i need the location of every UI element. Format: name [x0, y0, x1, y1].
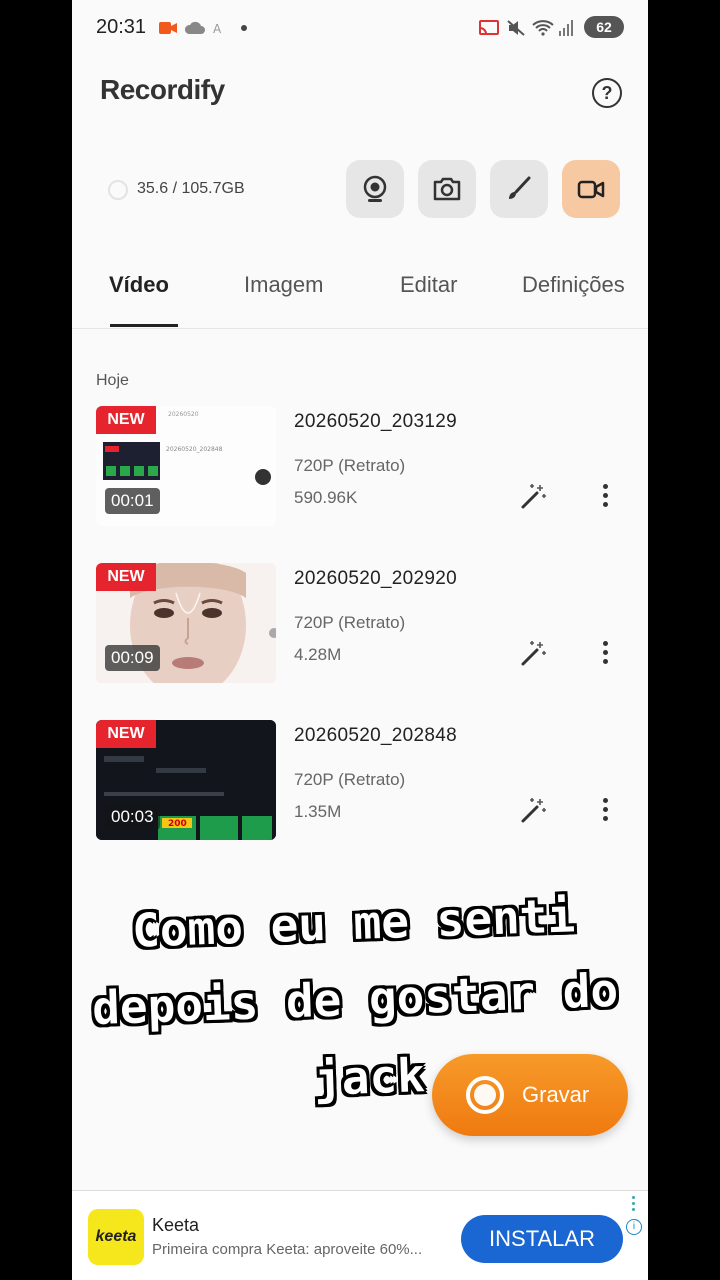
- mute-icon: [507, 20, 525, 36]
- svg-text:20260520_202848: 20260520_202848: [166, 446, 223, 453]
- more-options-icon[interactable]: [598, 641, 612, 669]
- file-size: 1.35M: [294, 802, 342, 821]
- app-screen: 20:31 A 62 Recordify ? 35.6 / 105.7GB Ví…: [72, 0, 648, 1280]
- storage-text: 35.6 / 105.7GB: [137, 180, 245, 197]
- wifi-icon: [532, 20, 554, 36]
- file-name: 20260520_202848: [294, 725, 458, 746]
- recording-row[interactable]: 20260520 20260520_202848 NEW 00:01 20260…: [72, 406, 648, 526]
- tab-settings[interactable]: Definições: [522, 272, 625, 298]
- active-tab-indicator: [110, 324, 178, 327]
- magic-wand-icon[interactable]: [520, 482, 548, 510]
- more-options-icon[interactable]: [598, 798, 612, 826]
- record-button[interactable]: Gravar: [432, 1054, 628, 1136]
- file-size: 590.96K: [294, 488, 358, 507]
- svg-text:200: 200: [168, 819, 187, 829]
- record-video-button[interactable]: [562, 160, 620, 218]
- svg-text:A: A: [213, 22, 222, 36]
- new-badge: NEW: [96, 406, 156, 434]
- video-duration: 00:01: [105, 488, 160, 514]
- brush-button[interactable]: [490, 160, 548, 218]
- file-size: 4.28M: [294, 645, 342, 664]
- ad-info-icon[interactable]: i: [626, 1219, 642, 1235]
- magic-wand-icon[interactable]: [520, 796, 548, 824]
- ad-menu-icon[interactable]: [632, 1196, 636, 1214]
- new-badge: NEW: [96, 720, 156, 748]
- new-badge: NEW: [96, 563, 156, 591]
- video-thumbnail[interactable]: 20260520 20260520_202848 NEW 00:01: [96, 406, 276, 526]
- signal-icon: [559, 20, 573, 36]
- tab-image[interactable]: Imagem: [244, 272, 323, 298]
- video-thumbnail[interactable]: NEW 00:09: [96, 563, 276, 683]
- tab-video[interactable]: Vídeo: [109, 272, 169, 298]
- svg-text:20260520: 20260520: [168, 411, 199, 418]
- screen-record-notification-icon: [159, 22, 177, 34]
- section-header-today: Hoje: [96, 372, 129, 389]
- dot-indicator-icon: [241, 25, 247, 31]
- recording-row[interactable]: NEW 00:09 20260520_202920 720P (Retrato)…: [72, 563, 648, 683]
- file-resolution: 720P (Retrato): [294, 770, 406, 789]
- magic-wand-icon[interactable]: [520, 639, 548, 667]
- video-duration: 00:09: [105, 645, 160, 671]
- storage-usage-ring: [108, 180, 128, 200]
- video-thumbnail[interactable]: 200 NEW 00:03: [96, 720, 276, 840]
- video-duration: 00:03: [105, 804, 160, 830]
- recording-row[interactable]: 200 NEW 00:03 20260520_202848 720P (Retr…: [72, 720, 648, 840]
- video-camera-icon: [577, 180, 605, 199]
- camera-icon: [433, 177, 461, 201]
- cloud-icon: [184, 21, 205, 34]
- more-options-icon[interactable]: [598, 484, 612, 512]
- file-resolution: 720P (Retrato): [294, 456, 406, 475]
- status-bar: 20:31 A 62: [72, 0, 648, 56]
- screenshot-button[interactable]: [418, 160, 476, 218]
- file-name: 20260520_202920: [294, 568, 458, 589]
- brush-icon: [509, 176, 531, 199]
- tab-bar: Vídeo Imagem Editar Definições: [72, 262, 648, 329]
- cast-icon: [479, 20, 499, 35]
- status-time: 20:31: [96, 16, 147, 38]
- record-button-label: Gravar: [522, 1082, 590, 1107]
- file-resolution: 720P (Retrato): [294, 613, 406, 632]
- ad-description: Primeira compra Keeta: aproveite 60%...: [152, 1241, 423, 1258]
- ad-install-button[interactable]: INSTALAR: [461, 1215, 623, 1263]
- facecam-button[interactable]: [346, 160, 404, 218]
- ad-title[interactable]: Keeta: [152, 1215, 199, 1236]
- app-title: Recordify: [100, 74, 225, 105]
- ad-logo[interactable]: keeta: [88, 1209, 144, 1265]
- webcam-icon: [363, 175, 387, 202]
- overlay-caption-line-2: depois de gostar do: [91, 962, 619, 1036]
- translate-icon: A: [213, 22, 222, 36]
- overlay-caption-line-3: jack: [313, 1048, 426, 1106]
- tab-edit[interactable]: Editar: [400, 272, 457, 298]
- ad-banner[interactable]: keeta Keeta Primeira compra Keeta: aprov…: [72, 1190, 648, 1280]
- file-name: 20260520_203129: [294, 411, 458, 432]
- overlay-caption-line-1: Como eu me senti: [131, 888, 576, 958]
- help-button[interactable]: ?: [592, 78, 622, 108]
- record-dot-icon: [474, 1084, 496, 1106]
- battery-indicator: 62: [584, 16, 624, 38]
